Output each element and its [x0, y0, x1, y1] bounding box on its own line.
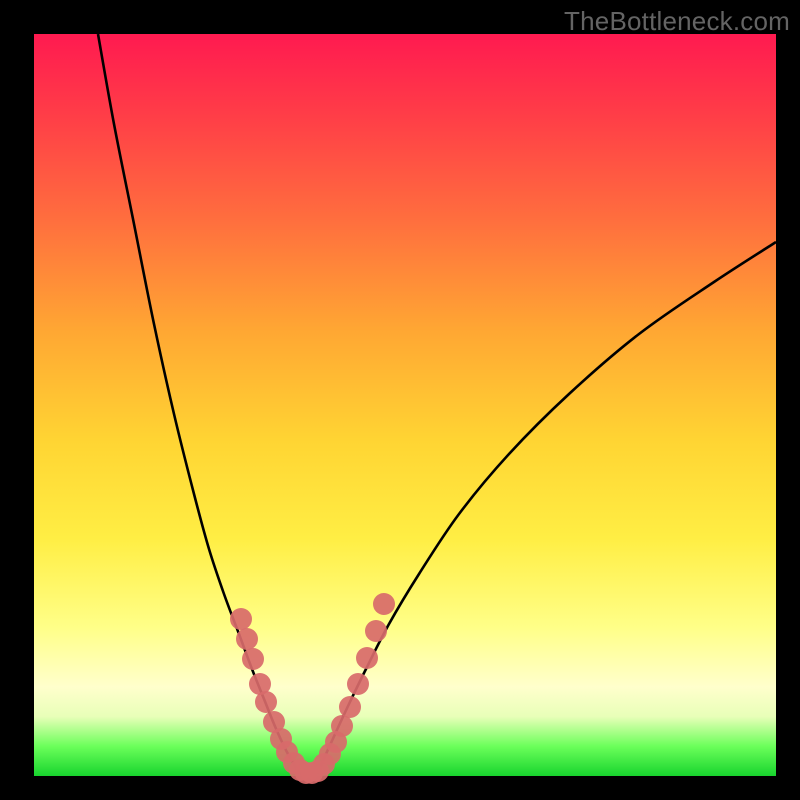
- data-dot: [236, 628, 258, 650]
- plot-area: [34, 34, 776, 776]
- data-dot: [339, 696, 361, 718]
- data-dot: [347, 673, 369, 695]
- curve-layer: [34, 34, 776, 776]
- data-dot: [356, 647, 378, 669]
- data-dot: [230, 608, 252, 630]
- data-dot: [255, 691, 277, 713]
- watermark-text: TheBottleneck.com: [564, 6, 790, 37]
- curve-right-branch: [318, 242, 776, 772]
- curve-left-branch: [98, 34, 298, 772]
- data-dot: [242, 648, 264, 670]
- dot-group: [230, 593, 395, 784]
- data-dot: [331, 715, 353, 737]
- data-dot: [373, 593, 395, 615]
- chart-frame: TheBottleneck.com: [0, 0, 800, 800]
- data-dot: [365, 620, 387, 642]
